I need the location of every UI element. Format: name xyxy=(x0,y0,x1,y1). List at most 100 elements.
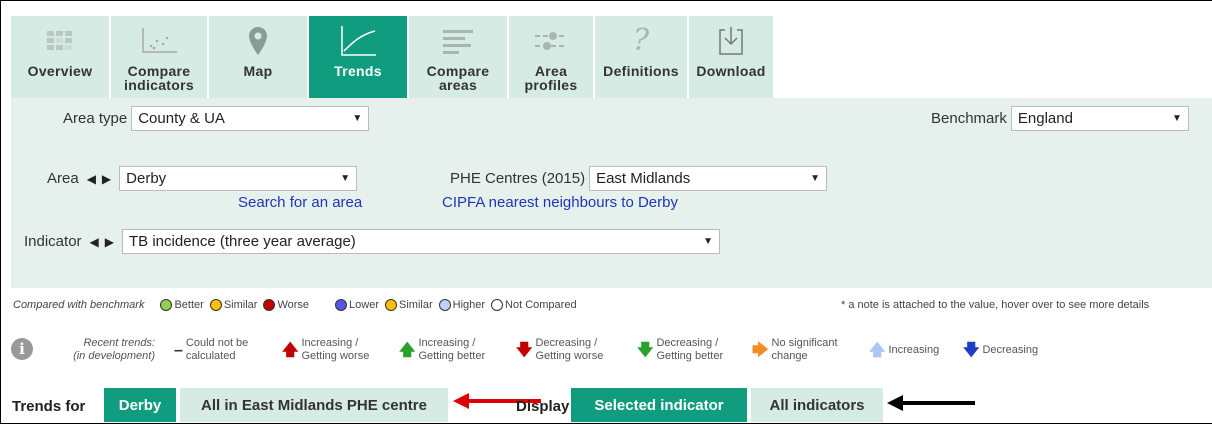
all-in-phe-button[interactable]: All in East Midlands PHE centre xyxy=(180,388,448,422)
phe-label: PHE Centres (2015) xyxy=(450,170,586,187)
tab-label: Map xyxy=(243,63,273,79)
similar-label: Similar xyxy=(223,299,258,311)
benchmark-row: Benchmark England ▼ xyxy=(931,106,1189,131)
not-compared-label: Not Compared xyxy=(505,299,577,311)
scatter-icon xyxy=(111,22,207,60)
trend-line2: Getting better xyxy=(418,350,486,362)
arrow-up-red-icon: 🡅 xyxy=(282,341,299,359)
phe-row: PHE Centres (2015) East Midlands ▼ xyxy=(450,166,828,191)
arrow-down-green-icon: 🡇 xyxy=(637,341,654,359)
arrow-up-green-icon: 🡅 xyxy=(399,341,416,359)
better-label: Better xyxy=(174,299,204,311)
download-icon xyxy=(689,22,773,60)
compared-label: Compared with benchmark xyxy=(13,299,145,311)
tab-map[interactable]: Map xyxy=(209,16,307,98)
next-area-icon[interactable]: ▶ xyxy=(102,172,111,186)
overview-icon xyxy=(11,22,109,60)
trend-line1: No significant xyxy=(771,337,838,349)
phe-value: East Midlands xyxy=(596,170,691,187)
area-type-row: Area type County & UA ▼ xyxy=(63,106,370,131)
sliders-icon xyxy=(509,22,593,60)
tab-label-2: indicators xyxy=(124,77,194,93)
trend-line2: change xyxy=(771,350,808,362)
tab-label: Trends xyxy=(334,63,382,79)
recent-line2: (in development) xyxy=(73,350,155,362)
chevron-down-icon: ▼ xyxy=(340,173,351,184)
indicator-value: TB incidence (three year average) xyxy=(129,233,356,250)
trend-line-icon xyxy=(309,22,407,60)
arrow-down-red-icon: 🡇 xyxy=(516,341,533,359)
area-type-select[interactable]: County & UA ▼ xyxy=(131,106,370,131)
tab-compare-indicators[interactable]: Compare indicators xyxy=(111,16,207,98)
map-pin-icon xyxy=(209,22,307,60)
tab-area-profiles[interactable]: Area profiles xyxy=(509,16,593,98)
next-indicator-icon[interactable]: ▶ xyxy=(105,235,114,249)
tab-label-2: profiles xyxy=(524,77,578,93)
question-icon: ? xyxy=(632,23,650,58)
benchmark-select[interactable]: England ▼ xyxy=(1010,106,1189,131)
derby-button[interactable]: Derby xyxy=(104,388,176,422)
tab-label-2: areas xyxy=(438,77,478,93)
main-nav: Overview Compare indicators Map Trends Co… xyxy=(11,16,775,98)
similar2-label: Similar xyxy=(399,299,433,311)
lower-dot xyxy=(335,299,348,311)
indicator-nav-arrows: ◀ ▶ xyxy=(90,235,114,249)
tab-compare-areas[interactable]: Compare areas xyxy=(409,16,507,98)
trend-line2: Getting worse xyxy=(535,350,604,362)
area-label: Area xyxy=(47,170,79,187)
page-frame: Overview Compare indicators Map Trends Co… xyxy=(0,0,1212,424)
benchmark-legend: Compared with benchmark Better Similar W… xyxy=(13,299,577,311)
trend-line1: Increasing / xyxy=(301,337,359,349)
higher-label: Higher xyxy=(452,299,486,311)
bottom-bar: Trends for Derby All in East Midlands PH… xyxy=(1,388,1212,424)
indicator-label: Indicator xyxy=(24,233,82,250)
trend-decreasing: 🡇 Decreasing xyxy=(963,343,1039,359)
trend-line2: Getting better xyxy=(656,350,724,362)
chevron-down-icon: ▼ xyxy=(703,236,714,247)
area-value: Derby xyxy=(126,170,167,187)
note-legend: * a note is attached to the value, hover… xyxy=(841,299,1150,311)
cipfa-link[interactable]: CIPFA nearest neighbours to Derby xyxy=(442,194,678,211)
not-compared-dot xyxy=(491,299,504,311)
phe-select[interactable]: East Midlands ▼ xyxy=(589,166,828,191)
trend-no-change: 🡆 No significant change xyxy=(752,337,838,363)
trend-not-calculated: – Could not be calculated xyxy=(174,337,248,363)
recent-trends-label: Recent trends: (in development) xyxy=(45,337,155,363)
better-dot xyxy=(160,299,173,311)
info-icon[interactable]: i xyxy=(11,338,33,360)
trend-line1: Increasing xyxy=(888,344,940,356)
area-nav-arrows: ◀ ▶ xyxy=(87,172,111,186)
trend-line2: Getting worse xyxy=(301,350,370,362)
trend-line1: Could not be xyxy=(185,337,249,349)
prev-area-icon[interactable]: ◀ xyxy=(87,172,96,186)
search-area-link[interactable]: Search for an area xyxy=(238,194,362,211)
trend-line1: Decreasing xyxy=(982,344,1039,356)
area-select[interactable]: Derby ▼ xyxy=(119,166,358,191)
chevron-down-icon: ▼ xyxy=(352,113,363,124)
tab-trends[interactable]: Trends xyxy=(309,16,407,98)
tab-definitions[interactable]: ? Definitions xyxy=(595,16,687,98)
prev-indicator-icon[interactable]: ◀ xyxy=(90,235,99,249)
indicator-row: Indicator ◀ ▶ TB incidence (three year a… xyxy=(24,229,721,254)
trend-decreasing-better: 🡇 Decreasing / Getting better xyxy=(637,337,723,363)
indicator-select[interactable]: TB incidence (three year average) ▼ xyxy=(122,229,721,254)
trend-decreasing-worse: 🡇 Decreasing / Getting worse xyxy=(516,337,603,363)
chevron-down-icon: ▼ xyxy=(1171,113,1182,124)
trend-line1: Decreasing / xyxy=(535,337,598,349)
bars-icon xyxy=(409,22,507,60)
area-type-label: Area type xyxy=(63,110,128,127)
black-arrow-annotation xyxy=(887,395,975,411)
trend-line1: Decreasing / xyxy=(656,337,719,349)
trend-increasing-better: 🡅 Increasing / Getting better xyxy=(399,337,485,363)
tab-download[interactable]: Download xyxy=(689,16,773,98)
tab-label: Definitions xyxy=(603,63,679,79)
all-indicators-button[interactable]: All indicators xyxy=(751,388,883,422)
similar-dot xyxy=(209,299,222,311)
benchmark-label: Benchmark xyxy=(931,110,1007,127)
higher-dot xyxy=(438,299,451,311)
display-label: Display xyxy=(516,398,570,415)
selected-indicator-button[interactable]: Selected indicator xyxy=(571,388,747,422)
recent-line1: Recent trends: xyxy=(83,337,155,349)
lower-label: Lower xyxy=(349,299,379,311)
tab-overview[interactable]: Overview xyxy=(11,16,109,98)
